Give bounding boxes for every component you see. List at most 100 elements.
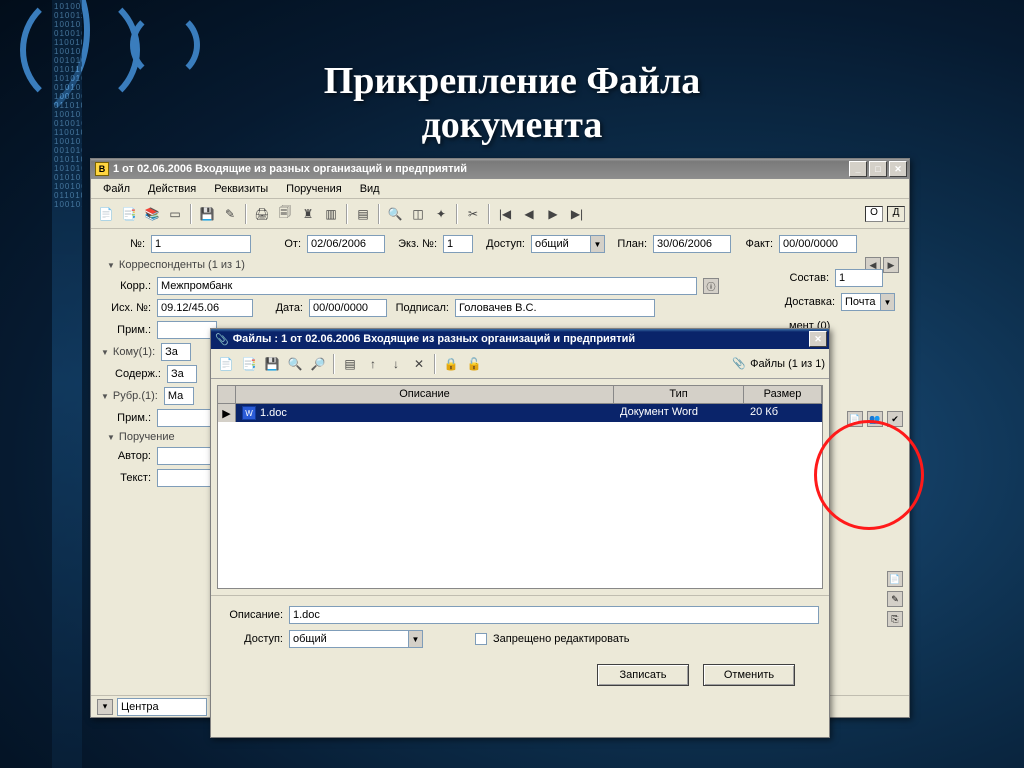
menu-actions[interactable]: Действия — [140, 181, 204, 197]
tool-scissors-icon[interactable]: ✂ — [462, 203, 484, 225]
podpis-field[interactable] — [455, 299, 655, 317]
od-o[interactable]: О — [865, 206, 883, 222]
menu-requisites[interactable]: Реквизиты — [206, 181, 276, 197]
soderzh-field[interactable] — [167, 365, 197, 383]
dlg-find-icon[interactable]: 🔍 — [284, 353, 306, 375]
tool-blank-icon[interactable]: ▭ — [164, 203, 186, 225]
tool-edit-icon[interactable]: ✎ — [219, 203, 241, 225]
tool-barcode-icon[interactable]: ▥ — [320, 203, 342, 225]
readonly-label: Запрещено редактировать — [493, 633, 630, 645]
dlg-form: Описание: Доступ: ▼ Запрещено редактиров… — [211, 595, 829, 690]
side-doc-icon[interactable]: 📄 — [887, 571, 903, 587]
side-scan-icon[interactable]: ⎘ — [887, 611, 903, 627]
menu-assignments[interactable]: Поручения — [278, 181, 350, 197]
sostav-field[interactable] — [835, 269, 883, 287]
rubr-field[interactable] — [164, 387, 194, 405]
status-field[interactable] — [117, 698, 207, 716]
nav-prev-icon[interactable]: ◀ — [518, 203, 540, 225]
menu-view[interactable]: Вид — [352, 181, 388, 197]
tool-search-icon[interactable]: 🔍 — [384, 203, 406, 225]
side-edit-icon[interactable]: ✎ — [887, 591, 903, 607]
close-button[interactable]: ✕ — [889, 161, 907, 177]
korrespondenty-label: Корреспонденты (1 из 1) — [119, 259, 245, 271]
main-titlebar[interactable]: В 1 от 02.06.2006 Входящие из разных орг… — [91, 159, 909, 179]
dostup-combo[interactable]: ▼ — [531, 235, 605, 253]
no-field[interactable] — [151, 235, 251, 253]
komu-field[interactable] — [161, 343, 191, 361]
dlg-preview-icon[interactable]: 🔎 — [307, 353, 329, 375]
chevron-down-icon[interactable]: ▼ — [881, 293, 895, 311]
app-icon: В — [95, 162, 109, 176]
dlg-unlock-icon[interactable]: 🔓 — [463, 353, 485, 375]
dlg-delete-icon[interactable]: ✕ — [408, 353, 430, 375]
nav-next-icon[interactable]: ▶ — [542, 203, 564, 225]
plan-field[interactable] — [653, 235, 731, 253]
korr-label: Корр.: — [101, 280, 151, 292]
dlg-toolbar: 📄 📑 💾 🔍 🔎 ▤ ↑ ↓ ✕ 🔒 🔓 📎 Файлы (1 из 1) — [211, 349, 829, 379]
rubr-header[interactable]: Рубр.(1): — [101, 390, 158, 402]
dlg-dostup-combo[interactable]: ▼ — [289, 630, 423, 648]
tool-print-icon[interactable]: 🖨 — [251, 203, 273, 225]
dlg-dostup-field[interactable] — [289, 630, 409, 648]
side-tool1-icon[interactable]: 📄 — [847, 411, 863, 427]
col-description[interactable]: Описание — [236, 386, 614, 403]
maximize-button[interactable]: □ — [869, 161, 887, 177]
prim2-field[interactable] — [157, 409, 217, 427]
prim-field[interactable] — [157, 321, 217, 339]
tool-copy-icon[interactable]: 📑 — [118, 203, 140, 225]
nav-first-icon[interactable]: |◀ — [494, 203, 516, 225]
dlg-copy-icon[interactable]: 📑 — [238, 353, 260, 375]
dostup-field[interactable] — [531, 235, 591, 253]
korr-field[interactable] — [157, 277, 697, 295]
status-icon[interactable]: ▾ — [97, 699, 113, 715]
col-type[interactable]: Тип — [614, 386, 744, 403]
main-toolbar: 📄 📑 📚 ▭ 💾 ✎ 🖨 🗐 ♜ ▥ ▤ 🔍 ◫ ✦ ✂ |◀ ◀ ▶ ▶| … — [91, 199, 909, 229]
menu-file[interactable]: Файл — [95, 181, 138, 197]
komu-header[interactable]: Кому(1): — [101, 346, 155, 358]
grid-corner — [218, 386, 236, 403]
dlg-lock-icon[interactable]: 🔒 — [440, 353, 462, 375]
chevron-down-icon[interactable]: ▼ — [409, 630, 423, 648]
side-tool2-icon[interactable]: 👥 — [867, 411, 883, 427]
tool-new-icon[interactable]: 📄 — [95, 203, 117, 225]
dlg-down-icon[interactable]: ↓ — [385, 353, 407, 375]
side-tool3-icon[interactable]: ✔ — [887, 411, 903, 427]
dostavka-combo[interactable]: ▼ — [841, 293, 895, 311]
ish-field[interactable] — [157, 299, 253, 317]
dlg-new-icon[interactable]: 📄 — [215, 353, 237, 375]
dlg-card-icon[interactable]: ▤ — [339, 353, 361, 375]
dlg-titlebar[interactable]: 📎 Файлы : 1 от 02.06.2006 Входящие из ра… — [211, 329, 829, 349]
dostavka-field[interactable] — [841, 293, 881, 311]
avtor-field[interactable] — [157, 447, 217, 465]
dlg-up-icon[interactable]: ↑ — [362, 353, 384, 375]
dlg-save-icon[interactable]: 💾 — [261, 353, 283, 375]
minimize-button[interactable]: _ — [849, 161, 867, 177]
fakt-field[interactable] — [779, 235, 857, 253]
tool-multi-icon[interactable]: 📚 — [141, 203, 163, 225]
opis-field[interactable] — [289, 606, 819, 624]
korrespondenty-header[interactable]: Корреспонденты (1 из 1) ◀ ▶ — [107, 257, 899, 273]
dlg-close-button[interactable]: ✕ — [809, 331, 827, 347]
dlg-title: Файлы : 1 от 02.06.2006 Входящие из разн… — [233, 333, 635, 345]
ekz-field[interactable] — [443, 235, 473, 253]
chevron-down-icon[interactable]: ▼ — [591, 235, 605, 253]
tool-box-icon[interactable]: ◫ — [407, 203, 429, 225]
ot-field[interactable] — [307, 235, 385, 253]
tekst-field[interactable] — [157, 469, 217, 487]
col-size[interactable]: Размер — [744, 386, 822, 403]
od-d[interactable]: Д — [887, 206, 905, 222]
table-row[interactable]: ▶ W 1.doc Документ Word 20 Кб — [218, 404, 822, 422]
data-field[interactable] — [309, 299, 387, 317]
nav-last-icon[interactable]: ▶| — [566, 203, 588, 225]
save-button[interactable]: Записать — [597, 664, 689, 686]
tool-printlist-icon[interactable]: 🗐 — [274, 203, 296, 225]
tool-card-icon[interactable]: ▤ — [352, 203, 374, 225]
korr-info-icon[interactable]: ⓘ — [703, 278, 719, 294]
cancel-button[interactable]: Отменить — [703, 664, 795, 686]
readonly-checkbox[interactable] — [475, 633, 487, 645]
tool-save-icon[interactable]: 💾 — [196, 203, 218, 225]
files-grid[interactable]: Описание Тип Размер ▶ W 1.doc Документ W… — [217, 385, 823, 589]
paperclip-icon: 📎 — [732, 357, 746, 370]
tool-sign-icon[interactable]: ✦ — [430, 203, 452, 225]
tool-stamp-icon[interactable]: ♜ — [297, 203, 319, 225]
